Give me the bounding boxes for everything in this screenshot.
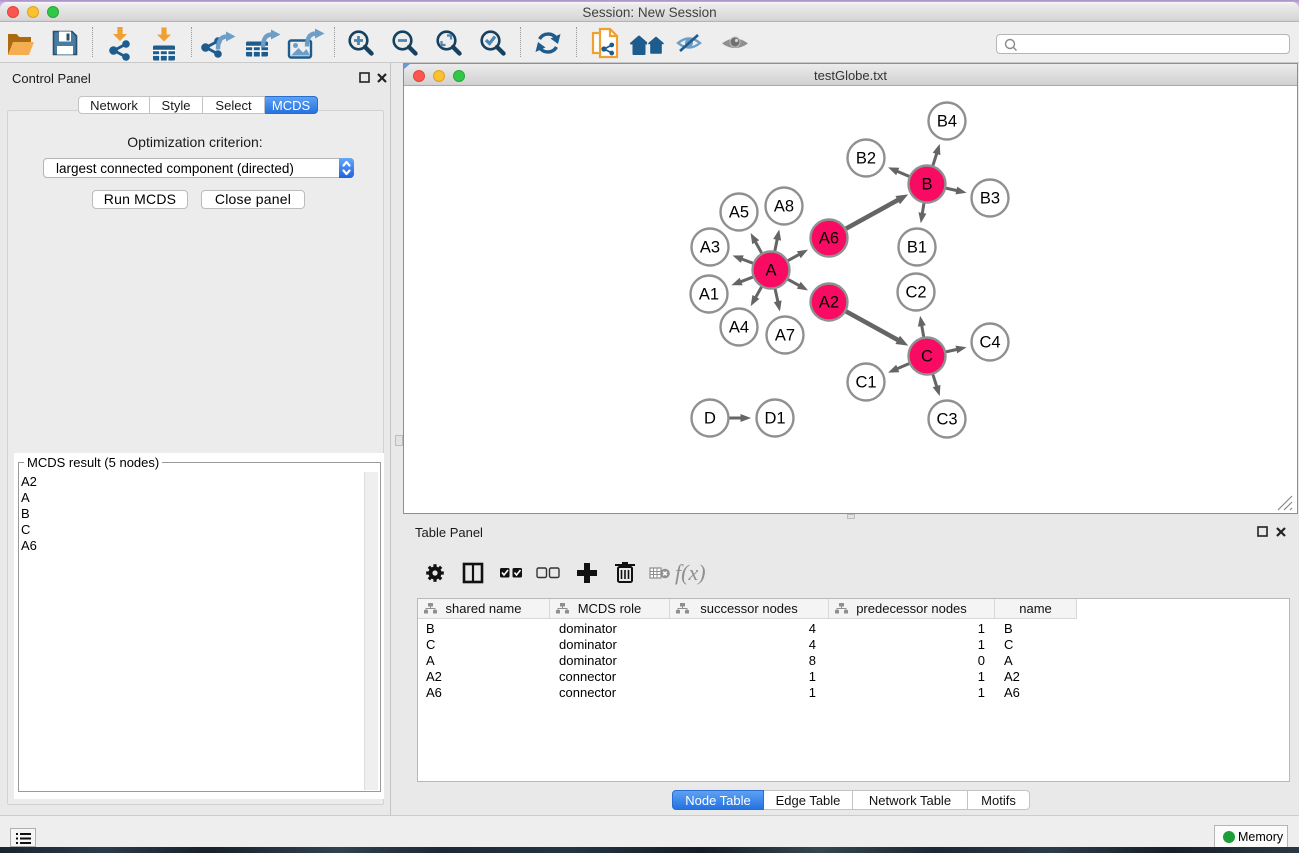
svg-text:A6: A6 bbox=[819, 230, 839, 248]
svg-text:A7: A7 bbox=[775, 327, 795, 345]
svg-text:f(x): f(x) bbox=[675, 560, 706, 585]
svg-text:A4: A4 bbox=[729, 319, 749, 337]
svg-text:C: C bbox=[921, 348, 933, 366]
svg-text:B4: B4 bbox=[937, 113, 957, 131]
svg-text:B: B bbox=[921, 176, 932, 194]
svg-text:B3: B3 bbox=[980, 190, 1000, 208]
svg-text:A3: A3 bbox=[700, 239, 720, 257]
svg-text:A2: A2 bbox=[819, 294, 839, 312]
svg-text:C3: C3 bbox=[936, 411, 957, 429]
svg-text:C2: C2 bbox=[905, 284, 926, 302]
svg-text:A8: A8 bbox=[774, 198, 794, 216]
svg-text:A: A bbox=[765, 262, 776, 280]
svg-text:D1: D1 bbox=[764, 410, 785, 428]
svg-text:A1: A1 bbox=[699, 286, 719, 304]
svg-text:B1: B1 bbox=[907, 239, 927, 257]
svg-text:D: D bbox=[704, 410, 716, 428]
svg-text:C4: C4 bbox=[979, 334, 1000, 352]
svg-text:C1: C1 bbox=[855, 374, 876, 392]
svg-text:B2: B2 bbox=[856, 150, 876, 168]
svg-text:A5: A5 bbox=[729, 204, 749, 222]
